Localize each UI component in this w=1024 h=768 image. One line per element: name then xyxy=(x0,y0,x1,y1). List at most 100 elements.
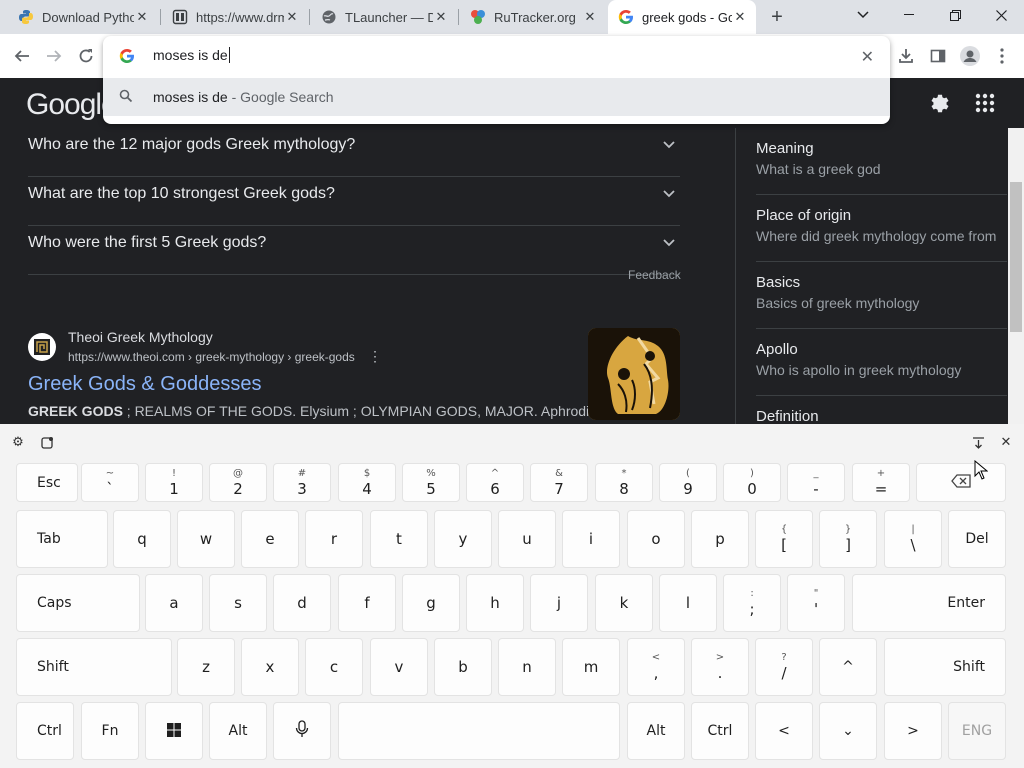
key-[interactable]: ~ ` xyxy=(81,463,139,502)
result-site-name[interactable]: Theoi Greek Mythology xyxy=(68,329,213,345)
related-topic[interactable]: Basics Basics of greek mythology xyxy=(756,262,1007,329)
key-enter[interactable]: Enter xyxy=(852,574,1006,632)
key-s[interactable]: s xyxy=(209,574,267,632)
key-ctrl[interactable]: Ctrl xyxy=(691,702,749,760)
result-title-link[interactable]: Greek Gods & Goddesses xyxy=(28,373,261,396)
key-d[interactable]: d xyxy=(273,574,331,632)
key-tab[interactable]: Tab xyxy=(16,510,108,568)
close-icon[interactable]: ✕ xyxy=(134,9,150,25)
gear-icon[interactable] xyxy=(926,92,950,116)
key-del[interactable]: Del xyxy=(948,510,1006,568)
key-microphone[interactable] xyxy=(273,702,331,760)
result-url[interactable]: https://www.theoi.com › greek-mythology … xyxy=(68,350,355,364)
apps-grid-icon[interactable] xyxy=(975,93,995,113)
key-k[interactable]: k xyxy=(595,574,653,632)
back-button[interactable] xyxy=(10,44,34,68)
key-y[interactable]: y xyxy=(434,510,492,568)
key-u[interactable]: u xyxy=(498,510,556,568)
result-thumbnail[interactable] xyxy=(588,328,680,420)
key-h[interactable]: h xyxy=(466,574,524,632)
close-window-button[interactable] xyxy=(978,0,1024,30)
related-topic[interactable]: Place of origin Where did greek mytholog… xyxy=(756,195,1007,262)
tab-3[interactable]: RuTracker.org ✕ xyxy=(460,0,606,34)
restore-button[interactable] xyxy=(932,0,978,30)
new-tab-button[interactable]: + xyxy=(765,6,789,28)
key-n[interactable]: n xyxy=(498,638,556,696)
key-e[interactable]: e xyxy=(241,510,299,568)
key-[interactable]: " ' xyxy=(787,574,845,632)
key-shift[interactable]: Shift xyxy=(16,638,172,696)
omnibox-input[interactable]: moses is de ✕ xyxy=(103,36,890,76)
key-q[interactable]: q xyxy=(113,510,171,568)
key-[interactable]: > xyxy=(884,702,942,760)
close-icon[interactable]: ✕ xyxy=(582,9,598,25)
key-l[interactable]: l xyxy=(659,574,717,632)
tab-1[interactable]: https://www.drm ✕ xyxy=(162,0,308,34)
key-shift[interactable]: Shift xyxy=(884,638,1006,696)
key-o[interactable]: o xyxy=(627,510,685,568)
key-[interactable]: :; xyxy=(723,574,781,632)
key-r[interactable]: r xyxy=(305,510,363,568)
key-[interactable]: < xyxy=(755,702,813,760)
key-f[interactable]: f xyxy=(338,574,396,632)
key-space[interactable] xyxy=(338,702,620,760)
key--[interactable]: _ - xyxy=(787,463,845,502)
dock-keyboard-icon[interactable] xyxy=(970,434,986,450)
key-[interactable]: >. xyxy=(691,638,749,696)
key-p[interactable]: p xyxy=(691,510,749,568)
key-[interactable]: | \ xyxy=(884,510,942,568)
close-icon[interactable]: ✕ xyxy=(433,9,449,25)
clear-icon[interactable]: ✕ xyxy=(861,47,874,67)
related-topic[interactable]: Meaning What is a greek god xyxy=(756,128,1007,195)
key-j[interactable]: j xyxy=(530,574,588,632)
key-3[interactable]: #3 xyxy=(273,463,331,502)
tab-4-active[interactable]: greek gods - Go ✕ xyxy=(608,0,756,34)
key-c[interactable]: c xyxy=(305,638,363,696)
key-[interactable]: }] xyxy=(819,510,877,568)
emoji-clipboard-icon[interactable] xyxy=(39,434,55,450)
key-v[interactable]: v xyxy=(370,638,428,696)
close-icon[interactable]: ✕ xyxy=(284,9,300,25)
key-[interactable]: {[ xyxy=(755,510,813,568)
key-ctrl[interactable]: Ctrl xyxy=(16,702,74,760)
scrollbar-thumb[interactable] xyxy=(1010,182,1022,332)
close-icon[interactable]: ✕ xyxy=(732,9,748,25)
side-panel-button[interactable] xyxy=(926,44,950,68)
key-8[interactable]: * 8 xyxy=(595,463,653,502)
reload-button[interactable] xyxy=(74,44,98,68)
keyboard-settings-icon[interactable]: ⚙ xyxy=(10,434,26,450)
forward-button[interactable] xyxy=(42,44,66,68)
key-[interactable]: <, xyxy=(627,638,685,696)
omnibox-text[interactable]: moses is de xyxy=(153,47,230,63)
key-w[interactable]: w xyxy=(177,510,235,568)
key-esc[interactable]: Esc xyxy=(16,463,78,502)
key-5[interactable]: % 5 xyxy=(402,463,460,502)
key-0[interactable]: ) 0 xyxy=(723,463,781,502)
key-[interactable]: ^ xyxy=(819,638,877,696)
tab-2[interactable]: TLauncher — Dl ✕ xyxy=(311,0,457,34)
key-windows[interactable] xyxy=(145,702,203,760)
key-6[interactable]: ^ 6 xyxy=(466,463,524,502)
download-button[interactable] xyxy=(894,44,918,68)
key-x[interactable]: x xyxy=(241,638,299,696)
key-fn[interactable]: Fn xyxy=(81,702,139,760)
key-m[interactable]: m xyxy=(562,638,620,696)
key-g[interactable]: g xyxy=(402,574,460,632)
key-[interactable]: + = xyxy=(852,463,910,502)
key-1[interactable]: ! 1 xyxy=(145,463,203,502)
key-alt[interactable]: Alt xyxy=(209,702,267,760)
feedback-link[interactable]: Feedback xyxy=(628,268,681,282)
suggestion-row[interactable]: moses is de - Google Search xyxy=(103,78,890,116)
related-topic[interactable]: Definition xyxy=(756,396,1007,424)
key-7[interactable]: & 7 xyxy=(530,463,588,502)
menu-button[interactable] xyxy=(990,44,1014,68)
key-[interactable]: ⌄ xyxy=(819,702,877,760)
key-4[interactable]: $4 xyxy=(338,463,396,502)
key-a[interactable]: a xyxy=(145,574,203,632)
minimize-button[interactable] xyxy=(886,0,932,30)
people-also-ask-item[interactable]: What are the top 10 strongest Greek gods… xyxy=(28,177,680,226)
key-i[interactable]: i xyxy=(562,510,620,568)
close-keyboard-icon[interactable]: ✕ xyxy=(998,434,1014,450)
related-topic[interactable]: Apollo Who is apollo in greek mythology xyxy=(756,329,1007,396)
key-alt[interactable]: Alt xyxy=(627,702,685,760)
